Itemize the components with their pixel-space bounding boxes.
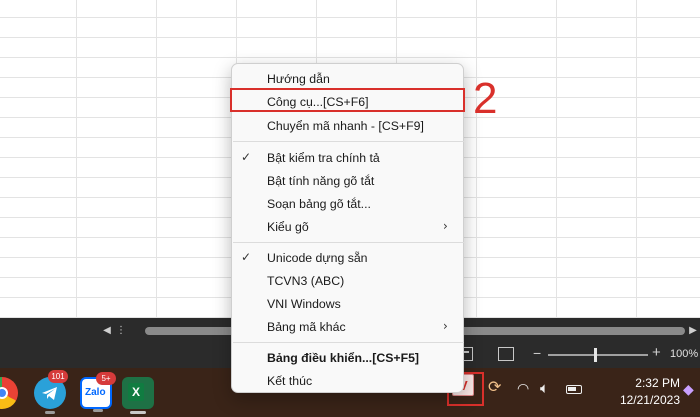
telegram-badge: 101	[48, 370, 68, 383]
chrome-icon[interactable]	[0, 377, 18, 409]
zoom-level[interactable]: 100%	[670, 348, 698, 360]
menu-item-huong-dan[interactable]: Hướng dẫn	[232, 68, 463, 90]
notification-bell-icon[interactable]: ◆	[683, 382, 694, 398]
system-clock[interactable]: 2:32 PM 12/21/2023	[595, 375, 680, 409]
scroll-right-icon[interactable]: ▶	[686, 323, 700, 339]
menu-separator	[233, 242, 464, 243]
excel-logo-letter: X	[128, 383, 144, 401]
menu-item-vni-windows[interactable]: VNI Windows	[232, 293, 463, 315]
callout-number-step2: 2	[473, 74, 498, 123]
menu-item-ket-thuc[interactable]: Kết thúc	[232, 370, 463, 392]
checkmark-icon: ✓	[241, 150, 252, 164]
scroll-dots-icon: ⋮	[116, 325, 126, 336]
running-indicator	[45, 411, 55, 414]
menu-item-bat-go-tat[interactable]: Bật tính năng gõ tắt	[232, 170, 463, 192]
menu-item-bat-kiem-tra-chinh-ta[interactable]: ✓ Bật kiểm tra chính tả	[232, 147, 463, 169]
clock-time: 2:32 PM	[635, 376, 680, 390]
battery-icon[interactable]	[566, 385, 582, 394]
zoom-out-button[interactable]: −	[533, 345, 541, 361]
menu-separator	[233, 141, 464, 142]
zoom-slider-thumb[interactable]	[594, 348, 597, 362]
menu-item-kieu-go[interactable]: Kiểu gõ ›	[232, 216, 463, 238]
menu-item-bang-dieu-khien[interactable]: Bảng điều khiển...[CS+F5]	[232, 347, 463, 369]
menu-item-bang-ma-khac[interactable]: Bảng mã khác ›	[232, 316, 463, 338]
excel-icon[interactable]: X	[122, 377, 154, 414]
telegram-icon[interactable]: 101	[34, 370, 68, 414]
submenu-arrow-icon: ›	[443, 219, 448, 233]
active-indicator	[130, 411, 146, 414]
callout-box-step2	[230, 88, 465, 112]
checkmark-icon: ✓	[241, 250, 252, 264]
menu-item-unicode-dung-san[interactable]: ✓ Unicode dựng sẵn	[232, 247, 463, 269]
zalo-icon[interactable]: Zalo 5+	[80, 372, 116, 412]
menu-item-soan-bang-go-tat[interactable]: Soạn bảng gõ tắt...	[232, 193, 463, 215]
zoom-in-button[interactable]: +	[652, 344, 661, 361]
menu-item-tcvn3[interactable]: TCVN3 (ABC)	[232, 270, 463, 292]
menu-item-chuyen-ma-nhanh[interactable]: Chuyển mã nhanh - [CS+F9]	[232, 115, 463, 137]
wifi-icon[interactable]: ◠	[517, 381, 529, 397]
page-layout-view-icon[interactable]	[498, 347, 514, 361]
scroll-left-icon[interactable]: ◀	[100, 323, 114, 339]
running-indicator	[93, 409, 103, 412]
unikey-context-menu: Hướng dẫn Công cụ...[CS+F6] Chuyển mã nh…	[231, 63, 464, 393]
zalo-logo-text: Zalo	[85, 387, 106, 398]
clock-date: 12/21/2023	[619, 393, 680, 407]
volume-icon[interactable]: 🔈︎	[540, 379, 549, 397]
zoom-slider[interactable]	[548, 354, 648, 356]
submenu-arrow-icon: ›	[443, 319, 448, 333]
zalo-badge: 5+	[96, 372, 116, 385]
menu-separator	[233, 342, 464, 343]
sync-icon[interactable]: ⟳	[488, 377, 501, 396]
